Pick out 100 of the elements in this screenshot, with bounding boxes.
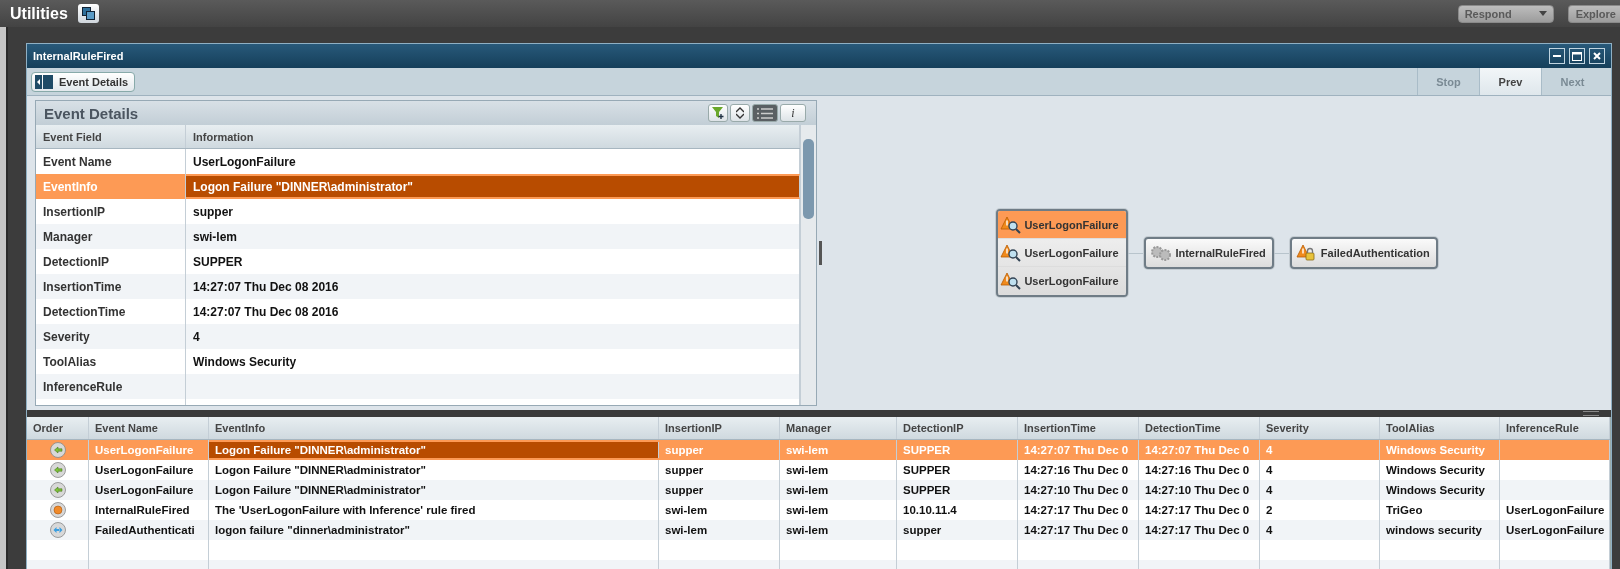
- table-cell: swi-lem: [665, 524, 708, 536]
- close-icon: [1593, 52, 1601, 60]
- table-cell: 4: [1266, 524, 1273, 536]
- table-cell: windows security: [1386, 524, 1482, 536]
- table-cell: swi-lem: [786, 484, 829, 496]
- table-cell: FailedAuthenticati: [95, 524, 195, 536]
- table-cell: supper: [903, 524, 942, 536]
- table-cell: 4: [1266, 444, 1273, 456]
- minimize-icon: [1553, 55, 1561, 57]
- table-cell: 2: [1266, 504, 1273, 516]
- table-cell: UserLogonFailure: [95, 484, 194, 496]
- detail-row[interactable]: Manager swi-lem: [36, 224, 800, 249]
- maximize-button[interactable]: [1569, 48, 1585, 64]
- table-cell: 14:27:10 Thu Dec 0: [1024, 484, 1129, 496]
- table-cell: SUPPER: [903, 464, 951, 476]
- sort-button[interactable]: [730, 104, 750, 122]
- table-cell: swi-lem: [786, 504, 829, 516]
- list-icon: [757, 107, 773, 119]
- event-node[interactable]: UserLogonFailure: [998, 211, 1127, 239]
- column-header[interactable]: Event Name: [89, 417, 209, 439]
- windows-icon: [81, 7, 95, 20]
- table-cell: 14:27:16 Thu Dec 0: [1145, 464, 1250, 476]
- column-header[interactable]: DetectionIP: [897, 417, 1018, 439]
- gears-icon: [1150, 245, 1173, 261]
- maximize-icon: [1572, 51, 1582, 61]
- column-header[interactable]: InsertionIP: [659, 417, 780, 439]
- column-header[interactable]: Severity: [1260, 417, 1380, 439]
- column-header[interactable]: DetectionTime: [1139, 417, 1260, 439]
- column-header[interactable]: ToolAlias: [1380, 417, 1500, 439]
- app-title: Utilities: [10, 4, 68, 23]
- table-cell: supper: [665, 444, 704, 456]
- event-node[interactable]: InternalRuleFired: [1144, 237, 1274, 269]
- table-cell: TriGeo: [1386, 504, 1423, 516]
- minimize-button[interactable]: [1549, 48, 1565, 64]
- table-cell: UserLogonFailure: [95, 464, 194, 476]
- column-header[interactable]: Event Field: [36, 125, 186, 148]
- table-cell: 14:27:07 Thu Dec 0: [1024, 444, 1129, 456]
- table-cell: 4: [1266, 464, 1273, 476]
- table-cell: 14:27:17 Thu Dec 0: [1145, 504, 1250, 516]
- event-row[interactable]: UserLogonFailure Logon Failure "DINNER\administrator" supper swi-lem SUPPER 14:27:07 Thu Dec 0 14:27:07 Thu Dec 0 4 Windows Security: [27, 440, 1610, 460]
- table-cell: 4: [1266, 484, 1273, 496]
- table-cell: Logon Failure "DINNER\administrator": [215, 444, 426, 456]
- table-cell: swi-lem: [786, 524, 829, 536]
- filter-button[interactable]: [708, 104, 728, 122]
- detail-row[interactable]: InferenceRule: [36, 374, 800, 399]
- column-header[interactable]: EventInfo: [209, 417, 659, 439]
- table-cell: UserLogonFailure: [1506, 504, 1605, 516]
- table-cell: 14:27:17 Thu Dec 0: [1024, 524, 1129, 536]
- dot-icon: [49, 502, 66, 518]
- splitter-handle[interactable]: [1583, 411, 1599, 416]
- table-cell: supper: [665, 464, 704, 476]
- field-name: Severity: [36, 324, 186, 349]
- table-cell: Logon Failure "DINNER\administrator": [215, 464, 426, 476]
- column-header[interactable]: InferenceRule: [1500, 417, 1610, 439]
- windows-button[interactable]: [77, 4, 99, 23]
- table-cell: Windows Security: [1386, 464, 1485, 476]
- event-details-button[interactable]: Event Details: [31, 71, 136, 92]
- field-name: Manager: [36, 224, 186, 249]
- detail-row[interactable]: InsertionTime 14:27:07 Thu Dec 08 2016: [36, 274, 800, 299]
- event-row[interactable]: FailedAuthenticati logon failure "dinner\administrator" swi-lem swi-lem supper 14:27:17 Thu Dec 0 14:27:17 Thu Dec 0 4 windows security UserLogonFailure: [27, 520, 1610, 540]
- warning-lock-icon: [1295, 244, 1318, 262]
- table-cell: swi-lem: [665, 504, 708, 516]
- table-cell: Logon Failure "DINNER\administrator": [215, 484, 426, 496]
- field-value: Logon Failure "DINNER\administrator": [186, 174, 800, 199]
- table-cell: swi-lem: [786, 444, 829, 456]
- panel-title: Event Details: [44, 104, 140, 122]
- up-down-icon: [736, 107, 744, 119]
- table-cell: SUPPER: [903, 484, 951, 496]
- warning-magnifier-icon: [1000, 271, 1023, 290]
- splitter-handle[interactable]: [818, 241, 822, 265]
- table-cell: 14:27:17 Thu Dec 0: [1024, 504, 1129, 516]
- column-header[interactable]: Manager: [780, 417, 897, 439]
- table-cell: logon failure "dinner\administrator": [215, 524, 410, 536]
- column-header[interactable]: InsertionTime: [1018, 417, 1139, 439]
- table-cell: 14:27:10 Thu Dec 0: [1145, 484, 1250, 496]
- field-name: InferenceRule: [36, 374, 186, 399]
- table-cell: UserLogonFailure: [1506, 524, 1605, 536]
- event-node[interactable]: UserLogonFailure: [998, 267, 1127, 295]
- event-row[interactable]: UserLogonFailure Logon Failure "DINNER\administrator" supper swi-lem SUPPER 14:27:10 Thu Dec 0 14:27:10 Thu Dec 0 4 Windows Security: [27, 480, 1610, 500]
- table-cell: supper: [665, 484, 704, 496]
- info-button[interactable]: i: [780, 104, 806, 122]
- column-header[interactable]: Order: [27, 417, 89, 439]
- window-title: InternalRuleFired: [33, 50, 125, 62]
- event-node[interactable]: FailedAuthentication: [1289, 237, 1438, 269]
- event-node[interactable]: UserLogonFailure: [998, 239, 1127, 267]
- list-view-button[interactable]: [752, 104, 778, 122]
- detail-row[interactable]: Severity 4: [36, 324, 800, 349]
- detail-row[interactable]: EventInfo Logon Failure "DINNER\administrator": [36, 174, 800, 199]
- table-cell: 14:27:16 Thu Dec 0: [1024, 464, 1129, 476]
- nav-button[interactable]: Prev: [1479, 68, 1541, 95]
- table-cell: Windows Security: [1386, 444, 1485, 456]
- scrollbar[interactable]: [800, 125, 816, 405]
- close-button[interactable]: [1589, 48, 1605, 64]
- panel-toggle-icon: [35, 74, 53, 89]
- warning-magnifier-icon: [1000, 243, 1023, 262]
- event-group-node[interactable]: UserLogonFailure UserLogonFailure UserLogonFailure: [996, 209, 1129, 297]
- caret-icon: [1538, 11, 1547, 16]
- table-cell: 14:27:17 Thu Dec 0: [1145, 524, 1250, 536]
- warning-magnifier-icon: [1000, 215, 1023, 234]
- table-cell: UserLogonFailure: [95, 444, 194, 456]
